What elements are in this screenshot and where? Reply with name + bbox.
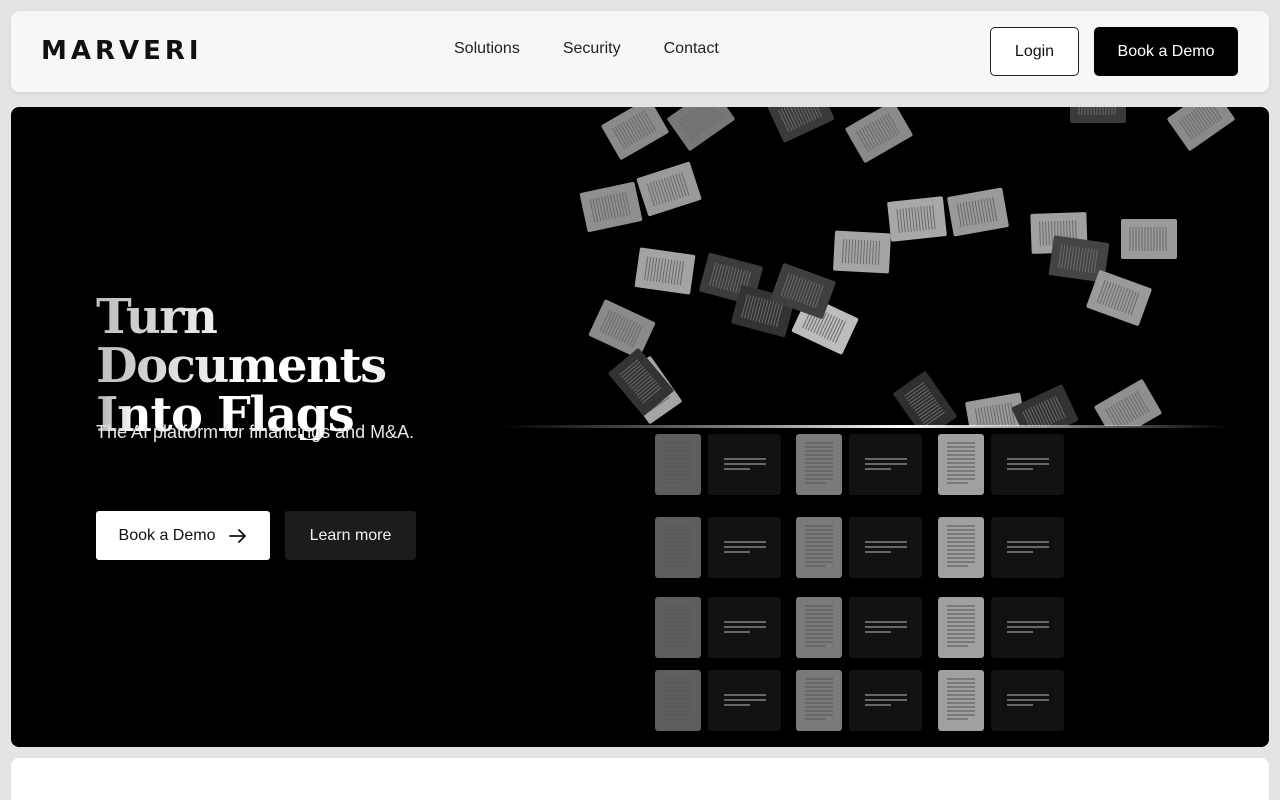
next-section	[11, 758, 1269, 800]
brand-logo[interactable]: MARVERI	[41, 36, 203, 66]
falling-documents	[578, 107, 1236, 445]
hero-book-demo-label: Book a Demo	[118, 526, 216, 544]
documents-to-flags-illustration	[481, 107, 1269, 747]
hero-section: Turn Documents Into Flags The AI platfor…	[11, 107, 1269, 747]
learn-more-button[interactable]: Learn more	[285, 511, 416, 560]
nav-link-solutions[interactable]: Solutions	[454, 40, 520, 58]
hero-title: Turn Documents Into Flags	[96, 293, 496, 440]
arrow-right-icon	[229, 528, 247, 543]
nav-link-contact[interactable]: Contact	[664, 40, 719, 58]
nav-link-security[interactable]: Security	[563, 40, 621, 58]
top-navigation: MARVERI Solutions Security Contact Login…	[11, 11, 1269, 92]
scan-beam	[501, 425, 1231, 428]
hero-subtitle: The AI platform for financings and M&A.	[96, 422, 415, 442]
login-button[interactable]: Login	[990, 27, 1079, 76]
nav-links: Solutions Security Contact	[454, 40, 719, 58]
hero-book-demo-button[interactable]: Book a Demo	[96, 511, 270, 560]
book-demo-button[interactable]: Book a Demo	[1094, 27, 1238, 76]
hero-title-line-1: Turn Documents	[96, 293, 496, 391]
